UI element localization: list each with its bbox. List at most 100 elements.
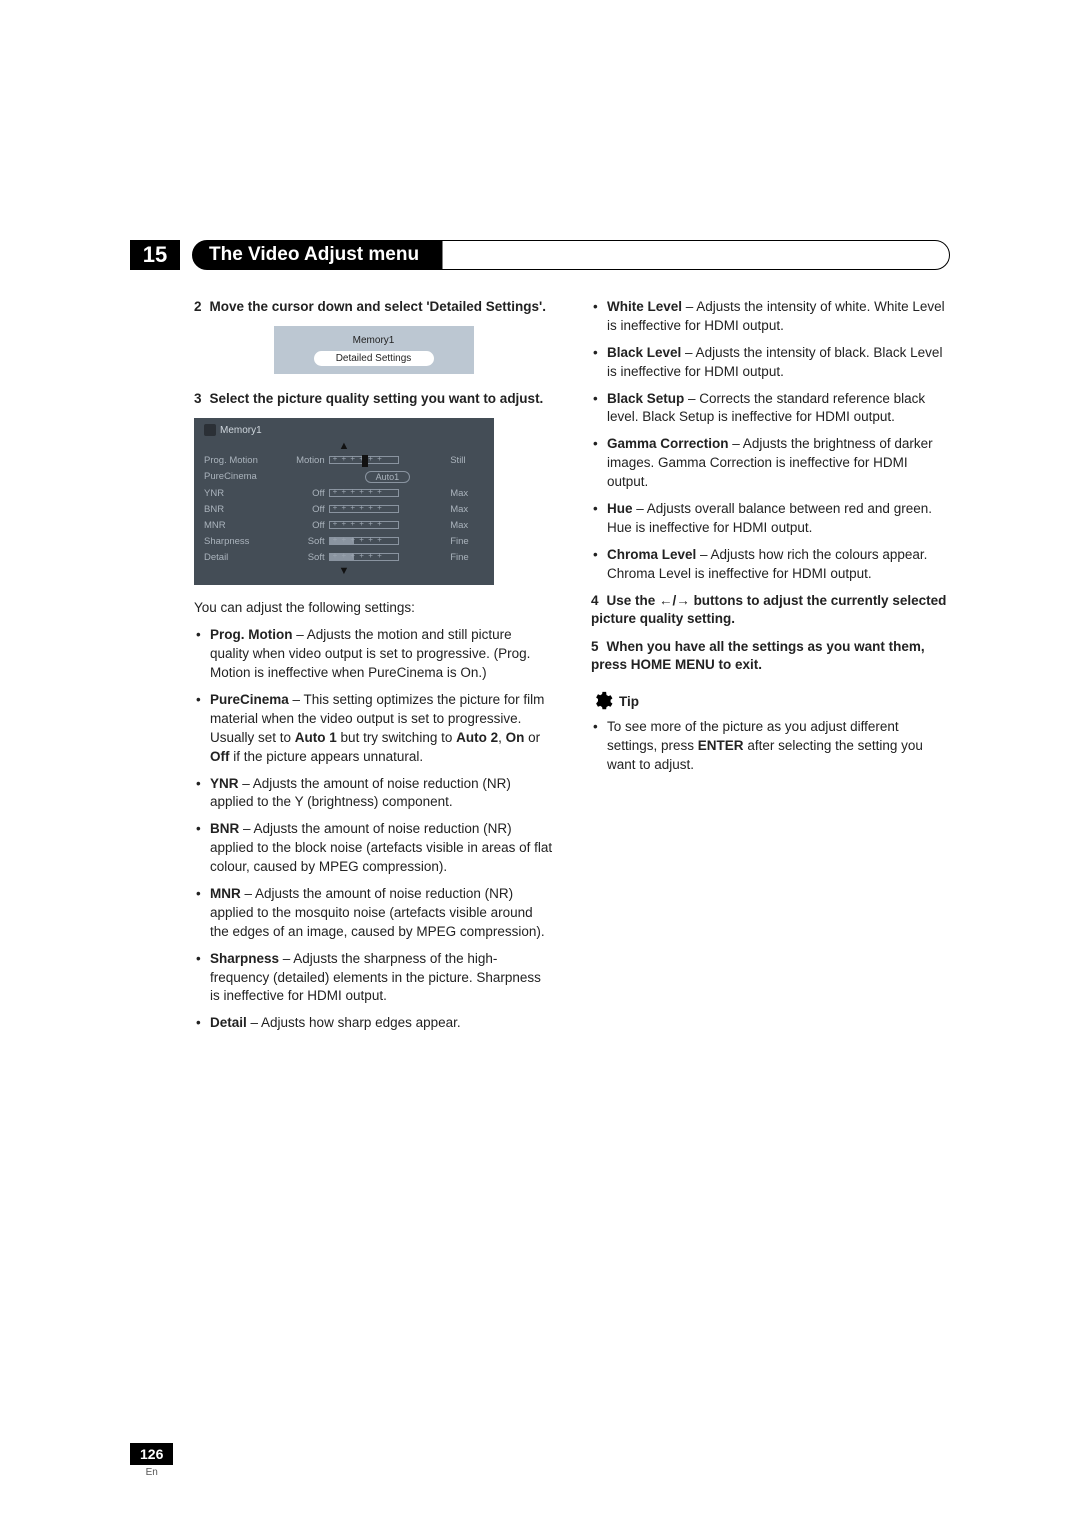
- bullet-plain: ,: [498, 730, 506, 745]
- list-item: Gamma Correction – Adjusts the brightnes…: [607, 435, 950, 492]
- bullet-term: PureCinema: [210, 692, 289, 707]
- figure-row-highlight: Detailed Settings: [314, 351, 434, 366]
- tip-text-strong: ENTER: [698, 738, 744, 753]
- bullet-tail: if the picture appears unnatural.: [230, 749, 424, 764]
- slider-right-label: Max: [446, 485, 484, 501]
- list-item: To see more of the picture as you adjust…: [607, 718, 950, 775]
- figure-row: Memory1: [280, 332, 468, 349]
- step-text-pre: Use the: [607, 593, 660, 608]
- table-row: BNROff Max: [204, 501, 484, 517]
- slider-icon: [329, 521, 399, 529]
- page-columns: 2 Move the cursor down and select 'Detail…: [130, 298, 950, 1041]
- scroll-up-icon: ▲: [204, 440, 484, 452]
- bullet-term: Sharpness: [210, 951, 279, 966]
- list-item: Black Setup – Corrects the standard refe…: [607, 390, 950, 428]
- panel-icon: [204, 424, 216, 436]
- chapter-header: 15 The Video Adjust menu: [130, 240, 950, 270]
- step-text: When you have all the settings as you wa…: [591, 639, 925, 672]
- arrow-left-right-icon: ←/→: [659, 593, 690, 608]
- figure-memory-select: Memory1 Detailed Settings: [274, 326, 474, 374]
- table-row: YNROffMax: [204, 485, 484, 501]
- intro-text: You can adjust the following settings:: [194, 599, 553, 618]
- slider-icon: [329, 553, 399, 561]
- step-number: 4: [591, 593, 599, 608]
- settings-table: Prog. MotionMotionStill PureCinemaAuto1 …: [204, 452, 484, 565]
- step-3-heading: 3 Select the picture quality setting you …: [194, 390, 553, 408]
- list-item: MNR – Adjusts the amount of noise reduct…: [210, 885, 553, 942]
- step-text: Select the picture quality setting you w…: [210, 391, 544, 406]
- tip-bullets: To see more of the picture as you adjust…: [591, 718, 950, 775]
- bullet-strong: Off: [210, 749, 230, 764]
- bullet-desc: – Adjusts the amount of noise reduction …: [210, 886, 545, 939]
- list-item: White Level – Adjusts the intensity of w…: [607, 298, 950, 336]
- slider-left-label: Motion: [274, 452, 329, 468]
- slider-icon: [329, 489, 399, 497]
- slider-icon: [329, 505, 399, 513]
- step-text: Move the cursor down and select 'Detaile…: [210, 299, 547, 314]
- right-column: White Level – Adjusts the intensity of w…: [591, 298, 950, 1041]
- figure-title-row: Memory1: [204, 424, 484, 436]
- page-footer: 126 En: [130, 1443, 173, 1478]
- setting-label: MNR: [204, 517, 274, 533]
- bullet-term: Black Setup: [607, 391, 684, 406]
- slider-left-label: Off: [274, 517, 329, 533]
- list-item: PureCinema – This setting optimizes the …: [210, 691, 553, 767]
- list-item: Sharpness – Adjusts the sharpness of the…: [210, 950, 553, 1007]
- bullet-term: Black Level: [607, 345, 681, 360]
- table-row: DetailSoft Fine: [204, 549, 484, 565]
- bullet-strong: Auto 1: [295, 730, 337, 745]
- list-item: Detail – Adjusts how sharp edges appear.: [210, 1014, 553, 1033]
- step-2-heading: 2 Move the cursor down and select 'Detail…: [194, 298, 553, 316]
- table-row: MNROff Max: [204, 517, 484, 533]
- page-number: 126: [130, 1443, 173, 1465]
- list-item: BNR – Adjusts the amount of noise reduct…: [210, 820, 553, 877]
- bullet-desc: – Adjusts how sharp edges appear.: [247, 1015, 461, 1030]
- chapter-title: The Video Adjust menu: [209, 244, 437, 266]
- bullet-term: White Level: [607, 299, 682, 314]
- list-item: Chroma Level – Adjusts how rich the colo…: [607, 546, 950, 584]
- page-language: En: [130, 1467, 173, 1478]
- step-number: 2: [194, 299, 202, 314]
- slider-left-label: Soft: [274, 533, 329, 549]
- settings-bullets-right: White Level – Adjusts the intensity of w…: [591, 298, 950, 584]
- slider-icon: [329, 456, 399, 464]
- list-item: Hue – Adjusts overall balance between re…: [607, 500, 950, 538]
- figure-settings-panel: Memory1 ▲ Prog. MotionMotionStill PureCi…: [194, 418, 494, 585]
- slider-left-label: Soft: [274, 549, 329, 565]
- bullet-term: Chroma Level: [607, 547, 696, 562]
- table-row: Prog. MotionMotionStill: [204, 452, 484, 468]
- bullet-plain: but try switching to: [337, 730, 456, 745]
- bullet-strong: On: [506, 730, 525, 745]
- slider-right-label: Fine: [446, 549, 484, 565]
- step-number: 5: [591, 639, 599, 654]
- slider-right-label: Fine: [446, 533, 484, 549]
- table-row: SharpnessSoftFine: [204, 533, 484, 549]
- chapter-number: 15: [130, 240, 180, 270]
- list-item: Prog. Motion – Adjusts the motion and st…: [210, 626, 553, 683]
- bullet-term: MNR: [210, 886, 241, 901]
- list-item: YNR – Adjusts the amount of noise reduct…: [210, 775, 553, 813]
- slider-left-label: Off: [274, 485, 329, 501]
- bullet-desc: – Adjusts the amount of noise reduction …: [210, 776, 511, 810]
- bullet-term: Gamma Correction: [607, 436, 729, 451]
- slider-left-label: Off: [274, 501, 329, 517]
- tip-label: Tip: [619, 694, 639, 709]
- gear-icon: [591, 690, 613, 712]
- bullet-term: Hue: [607, 501, 633, 516]
- step-number: 3: [194, 391, 202, 406]
- setting-label: BNR: [204, 501, 274, 517]
- setting-label: PureCinema: [204, 468, 274, 485]
- dropdown-value: Auto1: [365, 471, 411, 483]
- step-5-heading: 5When you have all the settings as you w…: [591, 638, 950, 674]
- slider-right-label: Max: [446, 501, 484, 517]
- settings-bullets-left: Prog. Motion – Adjusts the motion and st…: [194, 626, 553, 1033]
- bullet-desc: – Adjusts the amount of noise reduction …: [210, 821, 552, 874]
- scroll-down-icon: ▼: [204, 565, 484, 577]
- step-4-heading: 4Use the ←/→ buttons to adjust the curre…: [591, 592, 950, 628]
- left-column: 2 Move the cursor down and select 'Detail…: [130, 298, 553, 1041]
- table-row: PureCinema Auto1: [204, 468, 484, 485]
- slider-right-label: Max: [446, 517, 484, 533]
- tip-heading: Tip: [591, 690, 950, 712]
- bullet-strong: Auto 2: [456, 730, 498, 745]
- setting-label: Detail: [204, 549, 274, 565]
